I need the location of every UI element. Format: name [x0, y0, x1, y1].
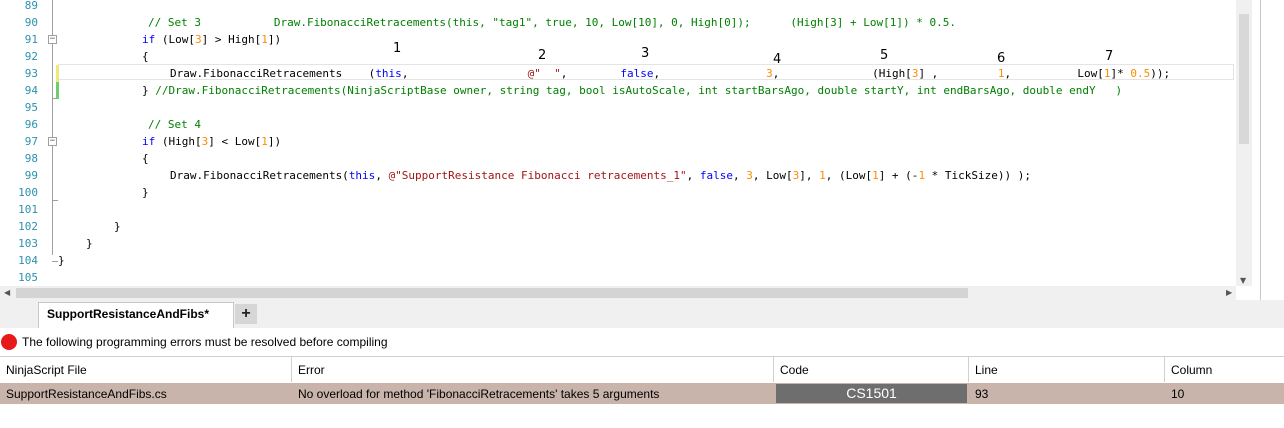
- code-text: // Set 4: [148, 118, 201, 131]
- line-number: 91: [24, 33, 38, 46]
- cell-error: No overload for method 'FibonacciRetrace…: [298, 387, 660, 401]
- code-line-98[interactable]: 98 {: [0, 150, 1236, 167]
- column-header-code[interactable]: Code: [774, 357, 969, 382]
- code-text: Draw.FibonacciRetracements (this, @" ", …: [170, 67, 1171, 80]
- code-text: {: [142, 50, 149, 63]
- fold-end: [52, 261, 58, 262]
- code-text: }: [114, 220, 121, 233]
- annotation-number: 3: [641, 46, 650, 61]
- annotation-number: 6: [997, 51, 1006, 66]
- side-panel: [1260, 0, 1284, 306]
- collapse-icon[interactable]: −: [48, 35, 57, 44]
- line-number: 102: [18, 220, 38, 233]
- cell-column: 10: [1171, 387, 1185, 401]
- cell-code[interactable]: CS1501: [776, 384, 967, 403]
- line-number: 97: [24, 135, 38, 148]
- code-text: {: [142, 152, 149, 165]
- line-number: 94: [24, 84, 38, 97]
- line-number: 93: [24, 67, 38, 80]
- code-text: } //Draw.FibonacciRetracements(NinjaScri…: [142, 84, 1123, 97]
- code-text: }: [142, 186, 149, 199]
- code-editor[interactable]: 89 90 // Set 3 Draw.FibonacciRetracement…: [0, 0, 1252, 286]
- line-number: 90: [24, 16, 38, 29]
- line-number: 99: [24, 169, 38, 182]
- code-line-94[interactable]: 94 } //Draw.FibonacciRetracements(NinjaS…: [0, 82, 1236, 99]
- code-line-92[interactable]: 92 {: [0, 48, 1236, 65]
- line-number: 95: [24, 101, 38, 114]
- horizontal-scroll-thumb[interactable]: [16, 288, 968, 298]
- line-number: 89: [24, 0, 38, 12]
- scroll-left-icon[interactable]: ◀: [4, 288, 10, 297]
- tab-support-resistance-and-fibs[interactable]: SupportResistanceAndFibs*: [38, 302, 234, 328]
- annotation-number: 7: [1105, 49, 1114, 64]
- code-text: }: [58, 254, 65, 267]
- code-line-96[interactable]: 96 // Set 4: [0, 116, 1236, 133]
- error-message: The following programming errors must be…: [22, 335, 388, 349]
- code-line-97[interactable]: 97 if (High[3] < Low[1]): [0, 133, 1236, 150]
- column-header-column[interactable]: Column: [1165, 357, 1284, 382]
- line-number: 100: [18, 186, 38, 199]
- code-line-99[interactable]: 99 Draw.FibonacciRetracements(this, @"Su…: [0, 167, 1236, 184]
- saved-line-marker: [56, 82, 59, 99]
- code-line-89[interactable]: 89: [0, 0, 1236, 14]
- add-tab-button[interactable]: +: [235, 304, 257, 324]
- column-header-error[interactable]: Error: [292, 357, 774, 382]
- error-icon: [1, 334, 17, 350]
- line-number: 101: [18, 203, 38, 216]
- line-number: 96: [24, 118, 38, 131]
- cell-line: 93: [975, 387, 989, 401]
- collapse-icon[interactable]: −: [48, 137, 57, 146]
- fold-end: [52, 200, 58, 201]
- annotation-number: 1: [393, 41, 402, 56]
- annotation-number: 4: [773, 52, 782, 67]
- code-line-103[interactable]: 103 }: [0, 235, 1236, 252]
- line-number: 105: [18, 271, 38, 284]
- code-text: }: [86, 237, 93, 250]
- code-line-101[interactable]: 101: [0, 201, 1236, 218]
- column-header-line[interactable]: Line: [969, 357, 1165, 382]
- code-text: if (Low[3] > High[1]): [142, 33, 282, 46]
- scroll-down-icon[interactable]: ▼: [1240, 276, 1246, 285]
- cell-file: SupportResistanceAndFibs.cs: [6, 387, 167, 401]
- code-text: Draw.FibonacciRetracements(this, @"Suppo…: [170, 169, 1032, 182]
- code-line-91[interactable]: 91 if (Low[3] > High[1]): [0, 31, 1236, 48]
- annotation-number: 2: [538, 48, 547, 63]
- line-number: 98: [24, 152, 38, 165]
- line-number: 104: [18, 254, 38, 267]
- code-line-102[interactable]: 102 }: [0, 218, 1236, 235]
- code-line-104[interactable]: 104 }: [0, 252, 1236, 269]
- line-number: 103: [18, 237, 38, 250]
- code-line-93[interactable]: 93 Draw.FibonacciRetracements (this, @" …: [0, 65, 1236, 82]
- changed-line-marker: [56, 65, 59, 82]
- code-line-95[interactable]: 95: [0, 99, 1236, 116]
- column-header-file[interactable]: NinjaScript File: [0, 357, 292, 382]
- code-line-100[interactable]: 100 }: [0, 184, 1236, 201]
- annotation-number: 5: [880, 48, 889, 63]
- line-number: 92: [24, 50, 38, 63]
- code-text: // Set 3 Draw.FibonacciRetracements(this…: [148, 16, 956, 29]
- code-line-90[interactable]: 90 // Set 3 Draw.FibonacciRetracements(t…: [0, 14, 1236, 31]
- code-text: if (High[3] < Low[1]): [142, 135, 282, 148]
- scroll-right-icon[interactable]: ▶: [1226, 288, 1232, 297]
- vertical-scroll-thumb[interactable]: [1239, 14, 1249, 144]
- code-line-105[interactable]: 105: [0, 269, 1236, 286]
